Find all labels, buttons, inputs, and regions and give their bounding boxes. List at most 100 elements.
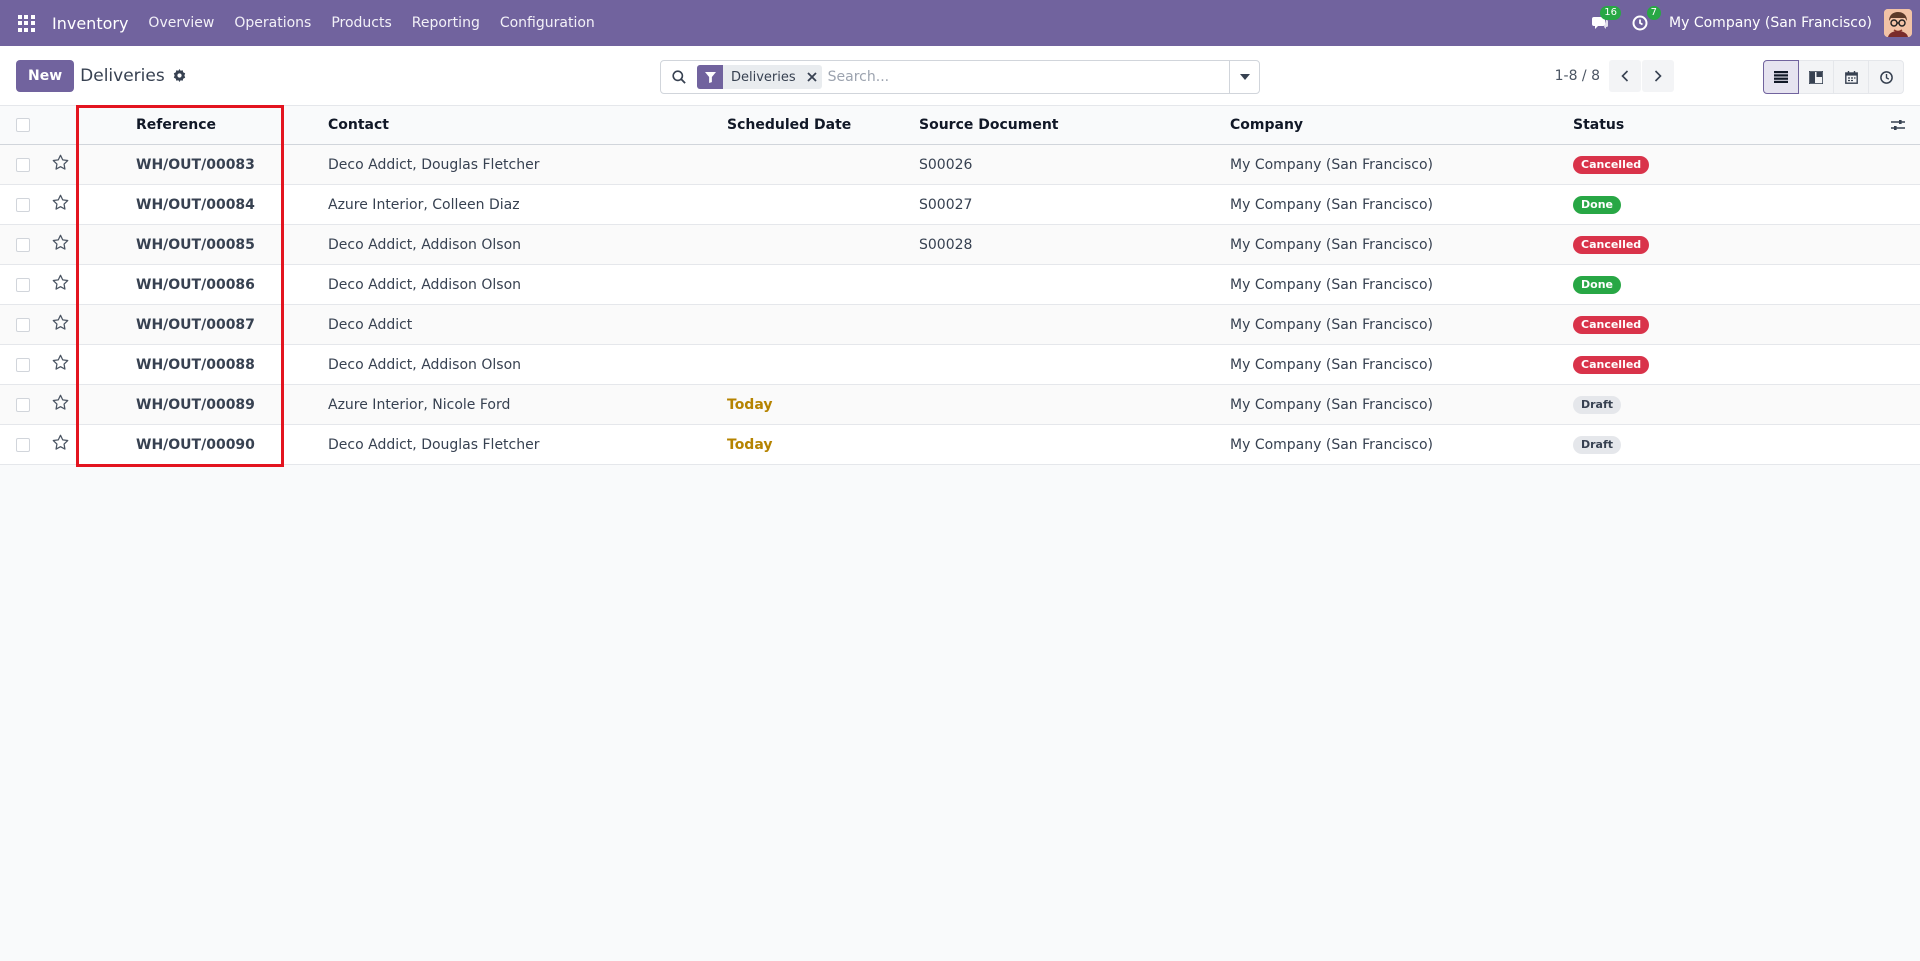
menu-operations[interactable]: Operations [234,15,311,31]
status-badge: Draft [1573,435,1622,454]
cell-company[interactable]: My Company (San Francisco) [1230,157,1573,173]
row-checkbox[interactable] [16,317,30,332]
cell-source-document[interactable]: S00027 [919,197,1230,213]
search-options-toggle[interactable] [1229,61,1259,93]
cell-status[interactable]: Cancelled [1573,235,1876,254]
menu-configuration[interactable]: Configuration [500,15,595,31]
table-row[interactable]: WH/OUT/00084 Azure Interior, Colleen Diaz… [0,185,1920,225]
cell-status[interactable]: Draft [1573,395,1876,414]
star-icon[interactable] [52,434,69,451]
cell-status[interactable]: Done [1573,275,1876,294]
search-input[interactable] [827,61,1229,93]
star-icon[interactable] [52,314,69,331]
activities-button[interactable]: 7 [1629,6,1662,34]
activity-view-button[interactable] [1868,60,1904,94]
table-row[interactable]: WH/OUT/00090 Deco Addict, Douglas Fletche… [0,425,1920,465]
cell-contact[interactable]: Deco Addict [328,317,727,333]
row-checkbox[interactable] [16,357,30,372]
star-icon[interactable] [52,194,69,211]
cell-scheduled-date[interactable]: Today [727,397,919,413]
row-priority-cell [44,154,136,175]
company-switcher[interactable]: My Company (San Francisco) [1669,15,1872,31]
cell-contact[interactable]: Deco Addict, Addison Olson [328,277,727,293]
column-header-contact[interactable]: Contact [328,117,727,133]
app-name[interactable]: Inventory [52,14,128,33]
row-checkbox[interactable] [16,397,30,412]
cell-company[interactable]: My Company (San Francisco) [1230,317,1573,333]
row-checkbox[interactable] [16,277,30,292]
column-header-reference[interactable]: Reference [136,117,328,133]
star-icon[interactable] [52,154,69,171]
kanban-icon [1809,70,1823,84]
table-row[interactable]: WH/OUT/00087 Deco Addict My Company (San F… [0,305,1920,345]
cell-status[interactable]: Draft [1573,435,1876,454]
kanban-view-button[interactable] [1798,60,1834,94]
cell-company[interactable]: My Company (San Francisco) [1230,357,1573,373]
select-all-checkbox[interactable] [16,118,30,132]
activities-count-badge: 7 [1646,6,1662,20]
control-panel: New Deliveries Deliveries 1-8 / 8 [0,46,1920,106]
row-checkbox[interactable] [16,197,30,212]
new-button[interactable]: New [16,59,75,92]
sliders-icon [1891,120,1905,130]
table-row[interactable]: WH/OUT/00085 Deco Addict, Addison Olson S0… [0,225,1920,265]
star-icon[interactable] [52,394,69,411]
menu-products[interactable]: Products [331,15,391,31]
star-icon[interactable] [52,354,69,371]
table-row[interactable]: WH/OUT/00083 Deco Addict, Douglas Fletche… [0,145,1920,185]
cell-contact[interactable]: Azure Interior, Colleen Diaz [328,197,727,213]
pager-value[interactable]: 1-8 / 8 [1555,68,1600,84]
cell-contact[interactable]: Deco Addict, Douglas Fletcher [328,157,727,173]
cell-status[interactable]: Cancelled [1573,355,1876,374]
menu-overview[interactable]: Overview [148,15,214,31]
user-avatar[interactable] [1884,9,1912,37]
star-icon[interactable] [52,234,69,251]
cell-reference[interactable]: WH/OUT/00088 [136,357,328,373]
cell-reference[interactable]: WH/OUT/00090 [136,437,328,453]
cell-company[interactable]: My Company (San Francisco) [1230,437,1573,453]
cell-contact[interactable]: Deco Addict, Douglas Fletcher [328,437,727,453]
row-checkbox[interactable] [16,437,30,452]
menu-reporting[interactable]: Reporting [412,15,480,31]
table-row[interactable]: WH/OUT/00086 Deco Addict, Addison Olson My… [0,265,1920,305]
column-header-company[interactable]: Company [1230,117,1573,133]
cell-company[interactable]: My Company (San Francisco) [1230,197,1573,213]
pager-next-button[interactable] [1642,60,1674,92]
cell-status[interactable]: Done [1573,195,1876,214]
pager-previous-button[interactable] [1609,60,1641,92]
column-header-status[interactable]: Status [1573,117,1876,133]
status-badge: Done [1573,195,1621,214]
cell-source-document[interactable]: S00026 [919,157,1230,173]
cell-contact[interactable]: Azure Interior, Nicole Ford [328,397,727,413]
table-row[interactable]: WH/OUT/00088 Deco Addict, Addison Olson My… [0,345,1920,385]
gear-icon[interactable] [173,69,187,83]
table-row[interactable]: WH/OUT/00089 Azure Interior, Nicole Ford T… [0,385,1920,425]
cell-scheduled-date[interactable]: Today [727,437,919,453]
cell-source-document[interactable]: S00028 [919,237,1230,253]
view-switcher [1763,60,1904,94]
row-checkbox[interactable] [16,237,30,252]
cell-reference[interactable]: WH/OUT/00084 [136,197,328,213]
star-icon[interactable] [52,274,69,291]
cell-status[interactable]: Cancelled [1573,155,1876,174]
cell-contact[interactable]: Deco Addict, Addison Olson [328,357,727,373]
cell-reference[interactable]: WH/OUT/00086 [136,277,328,293]
cell-company[interactable]: My Company (San Francisco) [1230,277,1573,293]
optional-columns-toggle[interactable] [1876,119,1920,131]
cell-company[interactable]: My Company (San Francisco) [1230,237,1573,253]
row-checkbox[interactable] [16,157,30,172]
cell-company[interactable]: My Company (San Francisco) [1230,397,1573,413]
close-icon[interactable] [802,72,822,82]
column-header-scheduled-date[interactable]: Scheduled Date [727,117,919,133]
messages-button[interactable]: 16 [1589,6,1622,34]
cell-reference[interactable]: WH/OUT/00089 [136,397,328,413]
cell-reference[interactable]: WH/OUT/00087 [136,317,328,333]
cell-contact[interactable]: Deco Addict, Addison Olson [328,237,727,253]
app-grid-icon[interactable] [16,13,36,33]
list-view-button[interactable] [1763,60,1799,94]
cell-reference[interactable]: WH/OUT/00083 [136,157,328,173]
calendar-view-button[interactable] [1833,60,1869,94]
cell-reference[interactable]: WH/OUT/00085 [136,237,328,253]
column-header-source-document[interactable]: Source Document [919,117,1230,133]
cell-status[interactable]: Cancelled [1573,315,1876,334]
